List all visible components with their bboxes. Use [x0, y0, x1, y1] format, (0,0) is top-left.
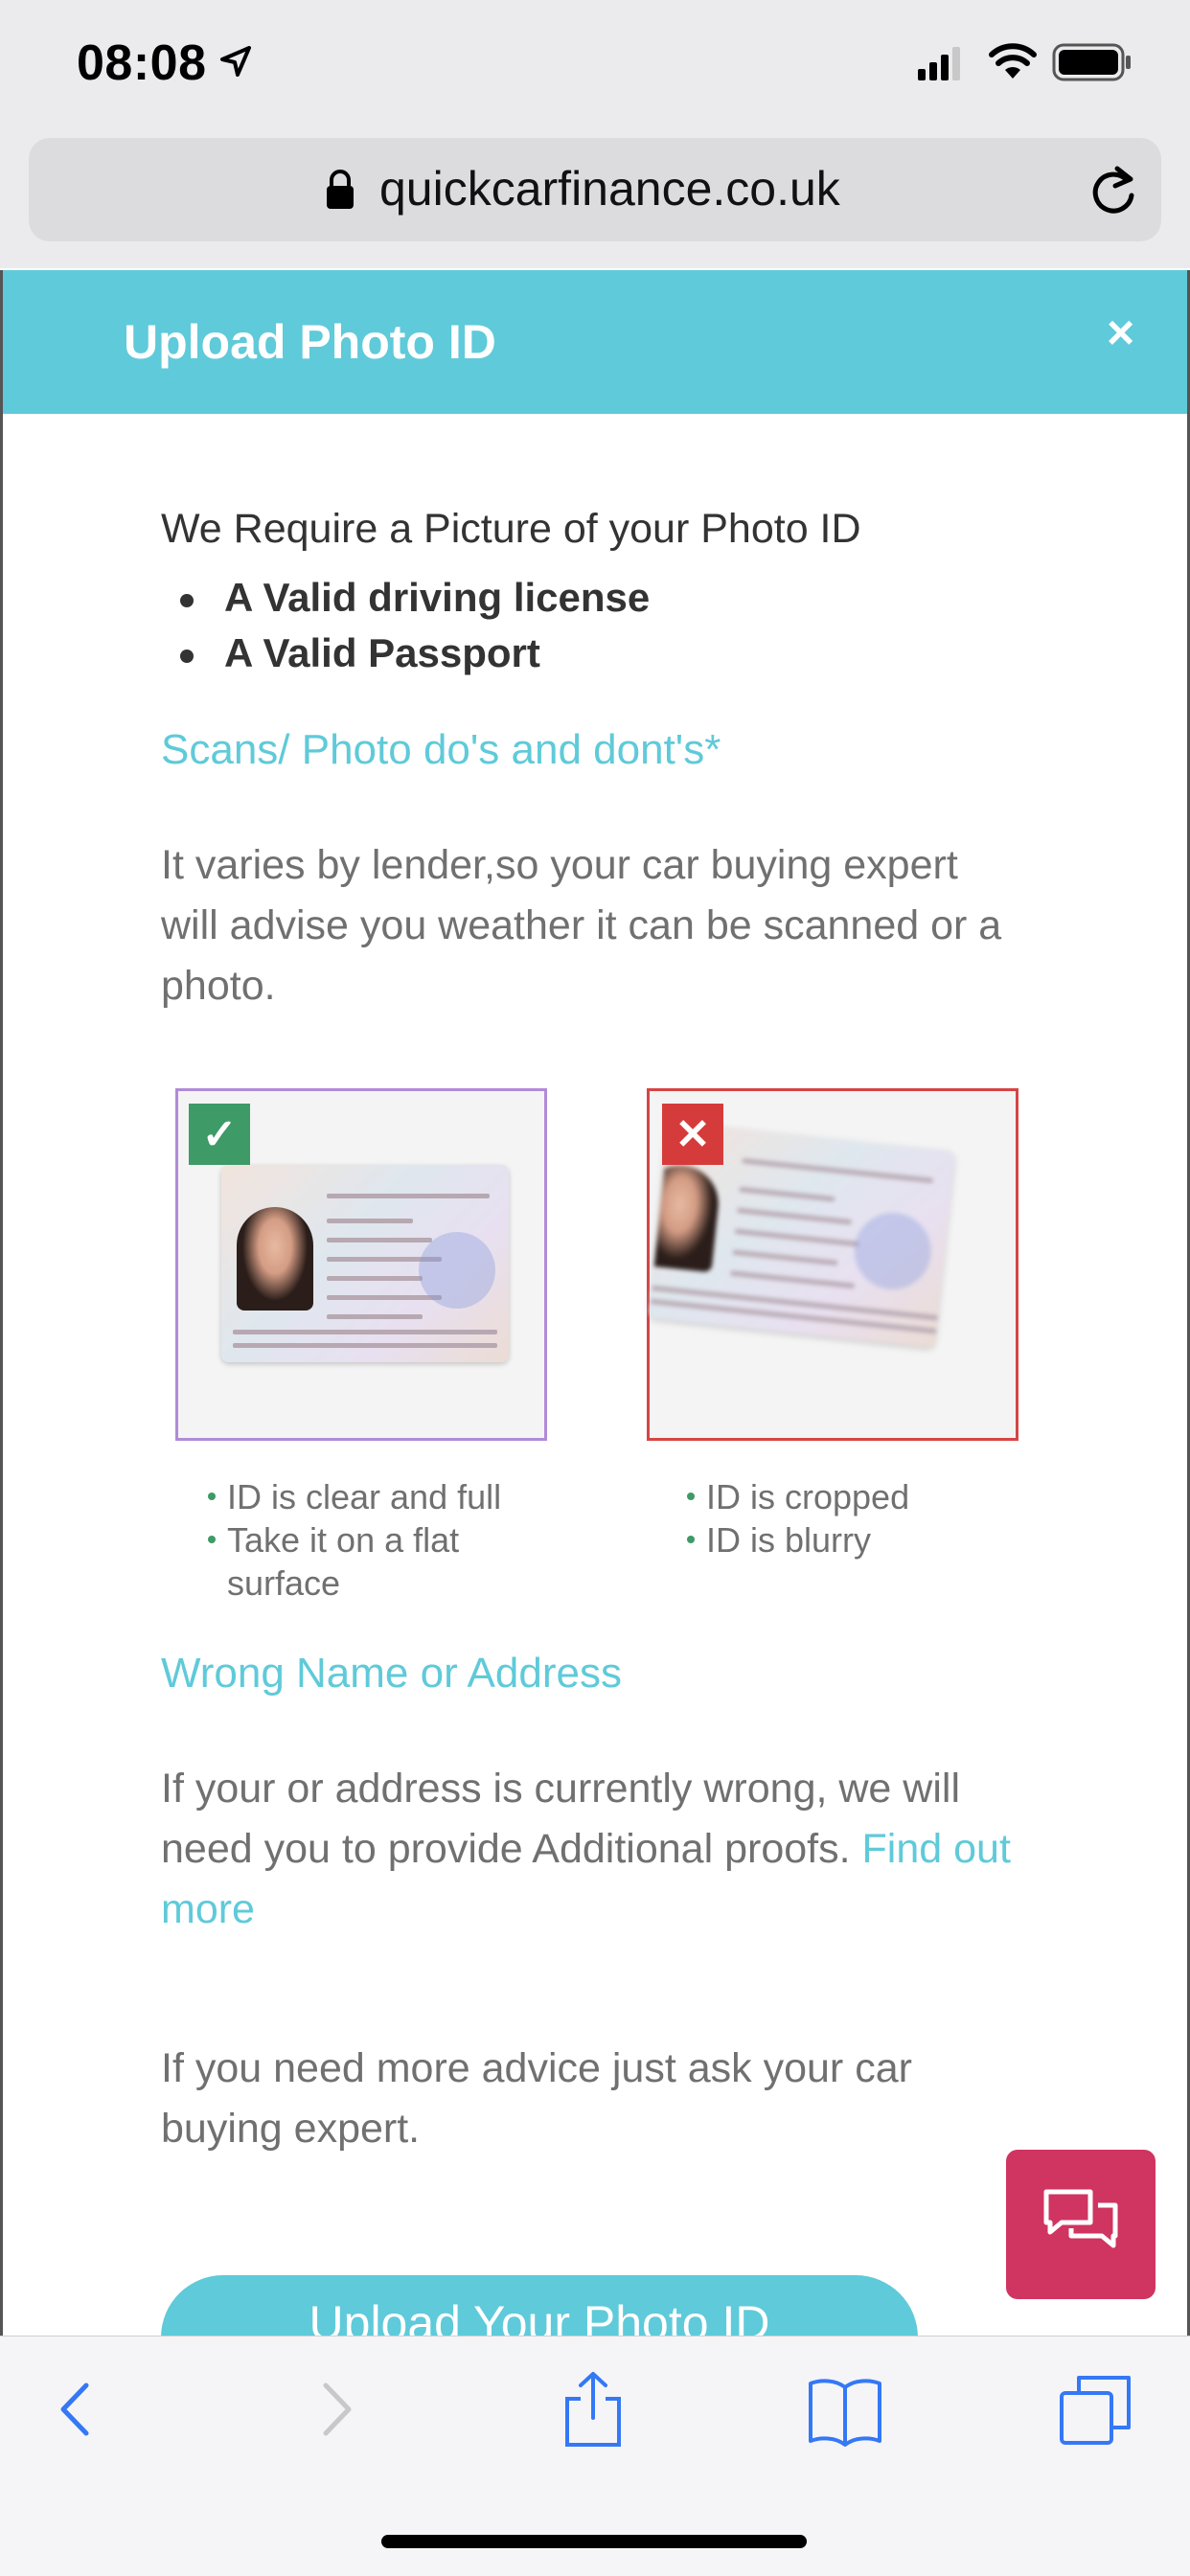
list-item: A Valid Passport	[161, 630, 650, 686]
modal-title: Upload Photo ID	[124, 315, 496, 369]
chat-bubbles-icon	[1043, 2189, 1118, 2248]
intro-text: We Require a Picture of your Photo ID	[161, 506, 861, 552]
wrong-details-text: If your or address is currently wrong, w…	[161, 1766, 1011, 1932]
bad-points-list: ID is cropped ID is blurry	[685, 1475, 1049, 1562]
list-item: Take it on a flat surface	[206, 1518, 570, 1605]
share-icon[interactable]	[560, 2370, 627, 2449]
url-text[interactable]: quickcarfinance.co.uk	[379, 161, 840, 217]
list-item: A Valid driving license	[161, 575, 650, 630]
list-item: ID is cropped	[685, 1475, 1049, 1518]
signal-icon	[918, 47, 960, 80]
location-arrow-icon	[220, 46, 251, 77]
back-icon[interactable]	[54, 2370, 96, 2449]
close-icon[interactable]: ×	[1107, 308, 1134, 356]
home-indicator[interactable]	[381, 2535, 807, 2548]
forward-icon[interactable]	[316, 2370, 358, 2449]
upload-photo-id-button[interactable]: Upload Your Photo ID	[161, 2275, 918, 2336]
scans-text: It varies by lender,so your car buying e…	[161, 842, 1002, 1009]
check-icon: ✓	[189, 1104, 250, 1165]
status-time: 08:08	[77, 35, 207, 91]
scans-heading: Scans/ Photo do's and dont's*	[161, 726, 721, 773]
list-item: ID is blurry	[685, 1518, 1049, 1562]
wifi-icon	[989, 43, 1037, 79]
requirements-list: A Valid driving license A Valid Passport	[161, 575, 650, 686]
tabs-icon[interactable]	[1058, 2370, 1134, 2449]
good-points-list: ID is clear and full Take it on a flat s…	[206, 1475, 570, 1605]
chat-button[interactable]	[1006, 2150, 1156, 2299]
lock-icon	[327, 170, 354, 209]
wrong-details-heading: Wrong Name or Address	[161, 1650, 622, 1697]
battery-icon	[1052, 43, 1131, 81]
bookmarks-icon[interactable]	[807, 2370, 883, 2449]
id-card-image-clear	[221, 1165, 509, 1362]
x-icon: ✕	[662, 1104, 723, 1165]
web-page: Upload Photo ID × We Require a Picture o…	[0, 270, 1190, 2336]
list-item: ID is clear and full	[206, 1475, 570, 1518]
advice-text: If you need more advice just ask your ca…	[161, 2045, 912, 2152]
reload-icon[interactable]	[1088, 163, 1138, 217]
